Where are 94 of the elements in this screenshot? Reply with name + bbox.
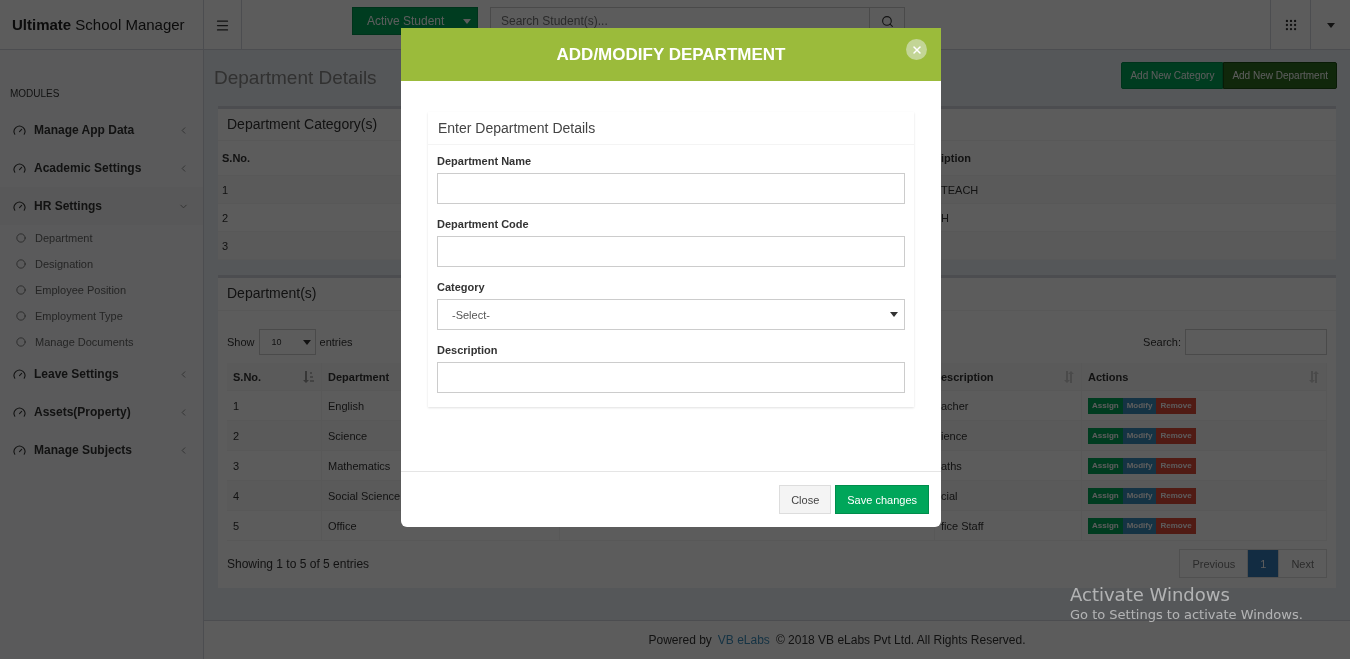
sidebar-item[interactable]: Manage App Data — [0, 111, 203, 149]
add-button[interactable]: Add New Category — [1121, 61, 1224, 89]
table-info: Showing 1 to 5 of 5 entries — [227, 556, 370, 571]
circle-icon — [16, 259, 26, 269]
activation-text: Go to Settings to activate Windows. — [1070, 607, 1303, 622]
dashboard-icon — [13, 443, 26, 457]
caret-icon — [463, 18, 471, 24]
table-cell: 3 — [233, 459, 240, 472]
action-button[interactable]: Remove — [1156, 427, 1196, 444]
caret-icon — [302, 339, 311, 345]
activation-title: Activate Windows — [1070, 584, 1231, 605]
footer-text: Powered by — [648, 633, 712, 647]
table-cell: aths — [941, 459, 962, 472]
table-cell-text: 2 — [221, 211, 229, 224]
action-button[interactable]: Modify — [1122, 457, 1157, 474]
apps-grid-icon[interactable] — [1283, 18, 1298, 32]
dashboard-icon — [13, 123, 26, 137]
table-cell: Social Science — [328, 489, 401, 502]
table-cell: 5 — [233, 519, 240, 532]
action-button[interactable]: Assign — [1088, 427, 1123, 444]
page-length-select[interactable]: 10 — [258, 329, 316, 355]
sidebar-item[interactable]: Leave Settings — [0, 355, 203, 393]
sidebar-heading: MODULES — [9, 88, 61, 101]
table-cell: fice Staff — [941, 519, 984, 532]
add-button[interactable]: Add New Department — [1223, 61, 1337, 89]
dashboard-icon — [13, 405, 26, 419]
save-button[interactable]: Save changes — [835, 485, 929, 514]
table-cell: Science — [328, 429, 368, 442]
table-cell: Office — [328, 519, 357, 532]
table-cell: English — [328, 399, 365, 412]
column-header[interactable]: escription — [941, 370, 994, 383]
column-header[interactable]: S.No. — [233, 370, 262, 383]
table-cell: ience — [941, 429, 968, 442]
dropdown-caret-icon — [1326, 22, 1335, 28]
pagination-button[interactable]: 1 — [1247, 549, 1280, 578]
action-button[interactable]: Modify — [1122, 517, 1157, 534]
close-button[interactable] — [906, 39, 927, 60]
input-field[interactable] — [437, 173, 905, 204]
search-icon — [880, 14, 894, 28]
circle-icon — [16, 285, 26, 295]
table-cell: 2 — [233, 429, 240, 442]
dashboard-icon — [13, 367, 26, 381]
sidebar-item[interactable]: Manage Subjects — [0, 431, 203, 469]
copyright-text: © 2018 VB eLabs Pvt Ltd. All Rights Reserved. — [775, 633, 1026, 647]
action-button[interactable]: Modify — [1122, 427, 1157, 444]
table-cell: cial — [941, 489, 958, 502]
action-button[interactable]: Assign — [1088, 487, 1123, 504]
table-cell: 1 — [233, 399, 240, 412]
modal-title: ADD/MODIFY DEPARTMENT — [556, 44, 786, 65]
circle-icon — [16, 233, 26, 243]
action-button[interactable]: Assign — [1088, 517, 1123, 534]
menu-icon[interactable] — [215, 17, 230, 33]
action-button[interactable]: Remove — [1156, 487, 1196, 504]
input-field[interactable] — [437, 362, 905, 393]
column-header: S.No. — [221, 152, 251, 165]
field-label: Category — [437, 281, 486, 293]
action-button[interactable]: Remove — [1156, 457, 1196, 474]
table-cell: acher — [941, 399, 969, 412]
field-label: Description — [437, 344, 499, 356]
table-cell: 4 — [233, 489, 240, 502]
sort-ascending-icon[interactable] — [302, 370, 315, 383]
dashboard-icon — [13, 161, 26, 175]
table-cell-text: TEACH — [940, 183, 979, 196]
column-header: iption — [940, 152, 971, 165]
dashboard-icon — [13, 199, 26, 213]
field-label: Department Code — [437, 218, 530, 230]
column-header[interactable]: Department — [328, 370, 390, 383]
show-label: Show — [227, 336, 255, 348]
close-button[interactable]: Close — [779, 485, 832, 514]
entries-label: entries — [319, 336, 353, 348]
section-title: Enter Department Details — [428, 112, 914, 145]
table-cell: Mathematics — [328, 459, 391, 472]
field-label: Department Name — [437, 155, 533, 167]
action-button[interactable]: Assign — [1088, 457, 1123, 474]
action-button[interactable]: Remove — [1156, 517, 1196, 534]
app-brand[interactable]: Ultimate School Manager — [0, 0, 204, 50]
table-cell-text: 3 — [221, 239, 229, 252]
sidebar-item[interactable]: Academic Settings — [0, 149, 203, 187]
footer-link[interactable]: VB eLabs — [717, 633, 770, 647]
action-button[interactable]: Modify — [1122, 487, 1157, 504]
action-button[interactable]: Remove — [1156, 397, 1196, 414]
action-button[interactable]: Assign — [1088, 397, 1123, 414]
close-icon — [910, 43, 923, 56]
table-cell-text: 1 — [221, 183, 229, 196]
circle-icon — [16, 337, 26, 347]
caret-icon — [890, 312, 898, 317]
sidebar-item[interactable]: Assets(Property) — [0, 393, 203, 431]
column-header[interactable]: Actions — [1088, 370, 1129, 383]
input-field[interactable] — [437, 236, 905, 267]
circle-icon — [16, 311, 26, 321]
category-select[interactable]: -Select- — [437, 299, 905, 330]
search-label: Search: — [1143, 336, 1181, 348]
table-cell-text: H — [940, 211, 949, 224]
action-button[interactable]: Modify — [1122, 397, 1157, 414]
